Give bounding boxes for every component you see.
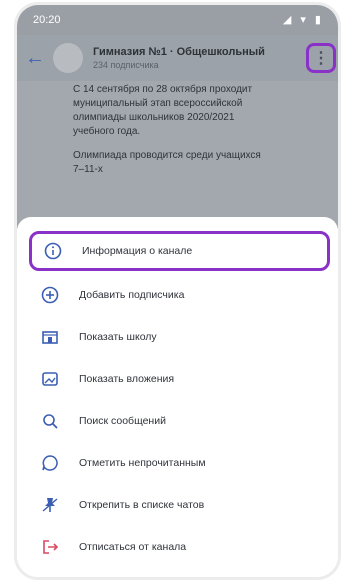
message-bubble: С 14 сентября по 28 октября проходит мун… [67, 81, 267, 189]
back-arrow-icon[interactable]: ← [17, 47, 53, 70]
add-icon [37, 282, 63, 308]
school-icon [37, 324, 63, 350]
menu-item-mark-unread[interactable]: Отметить непрочитанным [29, 443, 330, 483]
more-options-icon[interactable]: ⋮ [306, 43, 336, 73]
menu-item-label: Открепить в списке чатов [79, 499, 205, 511]
channel-subtitle: 234 подписчика [93, 60, 159, 70]
menu-item-label: Добавить подписчика [79, 289, 185, 301]
menu-item-label: Информация о канале [82, 245, 193, 257]
menu-item-label: Отметить непрочитанным [79, 457, 206, 469]
menu-item-label: Показать вложения [79, 373, 175, 385]
unread-icon [37, 450, 63, 476]
menu-item-add-subscriber[interactable]: Добавить подписчика [29, 275, 330, 315]
search-icon [37, 408, 63, 434]
status-time: 20:20 [33, 14, 61, 26]
status-icons: ◢ ▾ ▮ [282, 14, 324, 26]
channel-avatar[interactable] [53, 43, 83, 73]
menu-item-show-school[interactable]: Показать школу [29, 317, 330, 357]
info-icon [40, 238, 66, 264]
menu-item-label: Показать школу [79, 331, 157, 343]
menu-item-channel-info[interactable]: Информация о канале [29, 231, 330, 271]
channel-title: Гимназия №1 · Общешкольный [93, 46, 265, 58]
message-paragraph: Олимпиада проводится среди учащихся 7–11… [73, 150, 261, 175]
status-bar: 20:20 ◢ ▾ ▮ [17, 5, 338, 35]
menu-item-show-attachments[interactable]: Показать вложения [29, 359, 330, 399]
options-sheet: Информация о канале Добавить подписчика … [17, 217, 338, 577]
attachments-icon [37, 366, 63, 392]
chat-area: С 14 сентября по 28 октября проходит мун… [17, 81, 338, 229]
channel-titles[interactable]: Гимназия №1 · Общешкольный 234 подписчик… [93, 46, 306, 70]
unpin-icon [37, 492, 63, 518]
phone-frame: 20:20 ◢ ▾ ▮ ← Гимназия №1 · Общешкольный… [14, 2, 341, 580]
menu-item-search-messages[interactable]: Поиск сообщений [29, 401, 330, 441]
message-paragraph: С 14 сентября по 28 октября проходит мун… [73, 84, 253, 137]
menu-item-unsubscribe[interactable]: Отписаться от канала [29, 527, 330, 567]
menu-item-label: Поиск сообщений [79, 415, 166, 427]
menu-item-unpin[interactable]: Открепить в списке чатов [29, 485, 330, 525]
app-bar: ← Гимназия №1 · Общешкольный 234 подписч… [17, 35, 338, 81]
leave-icon [37, 534, 63, 560]
menu-item-label: Отписаться от канала [79, 541, 187, 553]
